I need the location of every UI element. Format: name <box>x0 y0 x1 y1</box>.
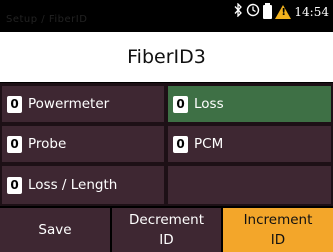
clock-time: 14:54 <box>294 5 329 19</box>
powermeter-tile[interactable]: 0 Powermeter <box>2 86 164 122</box>
probe-count: 0 <box>7 135 22 153</box>
increment-label-line1: Increment <box>243 212 313 228</box>
page-title-bar: FiberID3 <box>0 32 333 82</box>
loss-count: 0 <box>173 95 188 113</box>
save-button[interactable]: Save <box>0 208 110 252</box>
loss-length-count: 0 <box>7 176 22 194</box>
decrement-id-button[interactable]: Decrement ID <box>112 208 221 252</box>
page-title: FiberID3 <box>127 46 206 68</box>
decrement-label-line2: ID <box>159 232 174 248</box>
breadcrumb: Setup / FiberID <box>6 14 88 25</box>
pcm-count: 0 <box>173 135 188 153</box>
empty-tile <box>168 166 331 204</box>
pcm-tile[interactable]: 0 PCM <box>168 126 331 162</box>
fiberid-screen: Setup / FiberID 14:54 FiberID3 0 Powerme… <box>0 0 333 252</box>
counter-grid: 0 Powermeter 0 Loss 0 Probe 0 PCM 0 Loss… <box>0 83 333 206</box>
clock-icon <box>246 3 260 22</box>
probe-tile[interactable]: 0 Probe <box>2 126 164 162</box>
loss-length-label: Loss / Length <box>28 177 118 193</box>
loss-tile[interactable]: 0 Loss <box>168 86 331 122</box>
decrement-label-line1: Decrement <box>129 212 204 228</box>
probe-label: Probe <box>28 136 67 152</box>
pcm-label: PCM <box>194 136 224 152</box>
action-bar: Save Decrement ID Increment ID <box>0 208 333 252</box>
warning-icon <box>275 5 292 19</box>
save-button-label: Save <box>38 222 72 238</box>
status-bar: Setup / FiberID 14:54 <box>0 0 333 32</box>
powermeter-label: Powermeter <box>28 96 110 112</box>
increment-label-line2: ID <box>270 232 286 248</box>
loss-label: Loss <box>194 96 224 112</box>
battery-icon <box>263 3 273 19</box>
powermeter-count: 0 <box>7 95 22 113</box>
loss-length-tile[interactable]: 0 Loss / Length <box>2 166 164 204</box>
status-icons: 14:54 <box>234 1 329 22</box>
bluetooth-icon <box>234 1 243 22</box>
increment-id-button[interactable]: Increment ID <box>223 208 333 252</box>
